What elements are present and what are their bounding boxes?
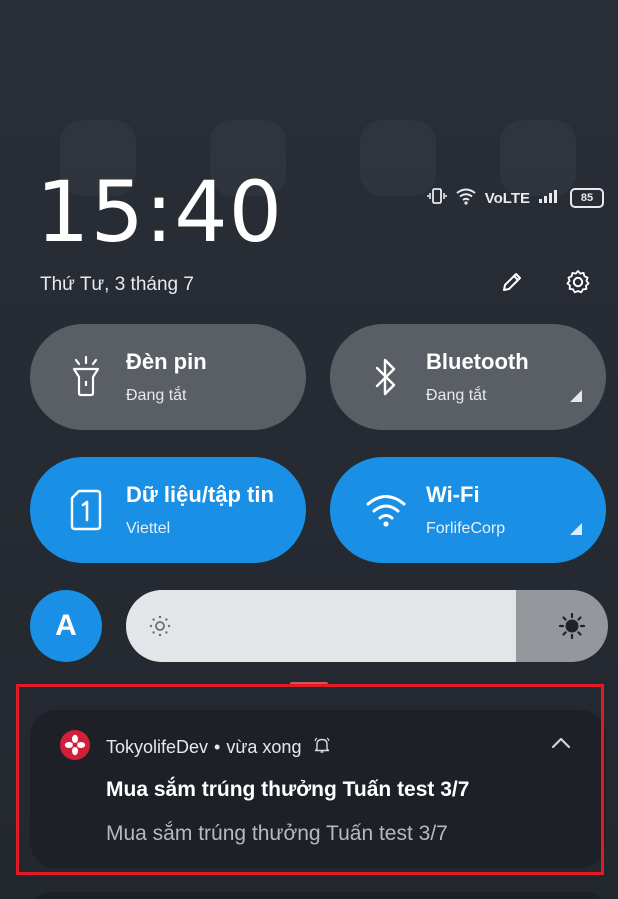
tile-title: Đèn pin: [126, 349, 207, 374]
tile-subtitle: ForlifeCorp: [426, 520, 506, 537]
network-type-label: VoLTE: [484, 189, 530, 207]
auto-brightness-button[interactable]: A: [30, 590, 102, 662]
wifi-status-icon: [455, 187, 477, 209]
tile-subtitle: Đang tắt: [426, 387, 487, 404]
expand-corner-icon[interactable]: [570, 390, 582, 402]
tile-subtitle: Viettel: [126, 520, 171, 537]
notification-shade: 15:40 Thứ Tư, 3 tháng 7 VoLTE 85 Đèn pin…: [0, 0, 618, 899]
vibrate-icon: [426, 186, 447, 210]
tile-title: Bluetooth: [426, 349, 529, 374]
tile-bluetooth[interactable]: Bluetooth Đang tắt: [330, 324, 606, 430]
bluetooth-icon: [362, 355, 410, 399]
tile-wifi[interactable]: Wi-Fi ForlifeCorp: [330, 457, 606, 563]
flashlight-icon: [62, 355, 110, 399]
brightness-slider[interactable]: [126, 590, 608, 662]
edit-icon[interactable]: [494, 264, 530, 300]
status-bar: VoLTE 85: [426, 186, 604, 210]
highlight-box: [16, 684, 604, 875]
expand-corner-icon[interactable]: [570, 523, 582, 535]
next-notification-card[interactable]: [30, 892, 606, 899]
tile-title: Dữ liệu/tập tin: [126, 482, 274, 507]
tile-mobile-data[interactable]: Dữ liệu/tập tin Viettel: [30, 457, 306, 563]
clock-time: 15:40: [36, 163, 284, 261]
tile-flashlight[interactable]: Đèn pin Đang tắt: [30, 324, 306, 430]
clock-date: Thứ Tư, 3 tháng 7: [40, 274, 194, 295]
brightness-fill: [126, 590, 517, 662]
tile-subtitle: Đang tắt: [126, 387, 187, 404]
brightness-high-icon: [558, 612, 586, 645]
brightness-low-icon: [148, 614, 172, 643]
wifi-icon: [362, 492, 410, 528]
settings-icon[interactable]: [560, 264, 596, 300]
battery-indicator: 85: [570, 188, 604, 208]
tile-title: Wi-Fi: [426, 482, 480, 507]
signal-icon: [538, 188, 562, 208]
background-app-icon: [360, 120, 436, 196]
background-app-icon: [500, 120, 576, 196]
sim-card-icon: [62, 488, 110, 532]
